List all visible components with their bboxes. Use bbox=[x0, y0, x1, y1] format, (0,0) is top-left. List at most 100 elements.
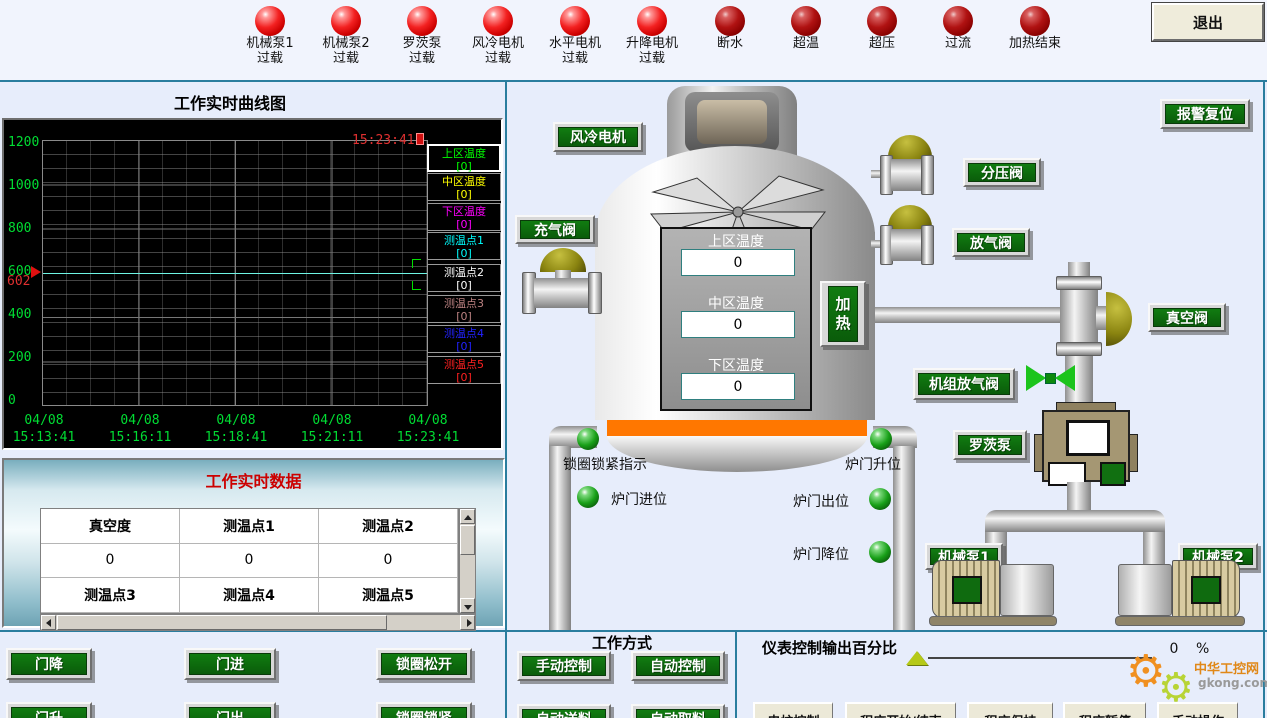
scroll-right-button[interactable] bbox=[460, 615, 475, 630]
alarm-fan-motor-overload: 风冷电机 过载 bbox=[455, 6, 541, 66]
charge-valve-button[interactable]: 充气阀 bbox=[515, 215, 595, 244]
program-start-end-button[interactable]: 程序开始/结束 bbox=[845, 702, 956, 718]
realtime-curve-chart: 1200 1000 800 600 400 200 0 602 15:23:41… bbox=[2, 118, 503, 450]
vent-valve-button[interactable]: 放气阀 bbox=[952, 228, 1030, 257]
exit-button[interactable]: 退出 bbox=[1152, 3, 1264, 41]
table-hscrollbar[interactable] bbox=[40, 614, 476, 631]
pipe-flange bbox=[1056, 342, 1102, 356]
scroll-up-button[interactable] bbox=[460, 509, 475, 524]
meter-output-label: 仪表控制输出百分比 bbox=[762, 637, 897, 658]
lower-temp-value[interactable]: 0 bbox=[681, 373, 795, 400]
unit-vent-valve-icon[interactable] bbox=[1055, 365, 1075, 391]
unit-vent-valve-icon[interactable] bbox=[1026, 365, 1046, 391]
alarm-lamp-icon bbox=[637, 6, 667, 36]
alarm-mech-pump2-overload: 机械泵2 过载 bbox=[303, 6, 389, 66]
y-tick: 200 bbox=[8, 350, 44, 365]
upper-temp-value[interactable]: 0 bbox=[681, 249, 795, 276]
middle-temp-value[interactable]: 0 bbox=[681, 311, 795, 338]
lock-ring-indicator-label: 锁圈锁紧指示 bbox=[563, 454, 693, 474]
fan-motor-button[interactable]: 风冷电机 bbox=[553, 122, 643, 152]
manual-control-button[interactable]: 手动控制 bbox=[517, 651, 611, 681]
legend-item-lower-temp[interactable]: 下区温度[0] bbox=[427, 203, 501, 231]
door-down-button[interactable]: 门降 bbox=[6, 648, 92, 680]
legend-item-probe4[interactable]: 测温点4[0] bbox=[427, 325, 501, 353]
vacuum-valve-icon[interactable] bbox=[1106, 292, 1132, 346]
unit-vent-valve-button[interactable]: 机组放气阀 bbox=[913, 368, 1015, 400]
heating-band bbox=[607, 420, 867, 436]
lock-ring-release-button[interactable]: 锁圈松开 bbox=[376, 648, 472, 680]
door-in-indicator-lamp-icon bbox=[577, 486, 599, 508]
program-hold-button[interactable]: 程序保持 bbox=[967, 702, 1053, 718]
alarm-mech-pump1-overload: 机械泵1 过载 bbox=[227, 6, 313, 66]
table-header: 测温点2 bbox=[319, 509, 458, 544]
alarm-over-temperature: 超温 bbox=[763, 6, 849, 51]
legend-item-upper-temp[interactable]: 上区温度[0] bbox=[427, 144, 501, 172]
scada-screen: 机械泵1 过载 机械泵2 过载 罗茨泵 过载 风冷电机 过载 水平电机 过载 升… bbox=[0, 0, 1267, 718]
legend-item-probe5[interactable]: 测温点5[0] bbox=[427, 356, 501, 384]
charge-valve-icon[interactable] bbox=[540, 248, 586, 272]
valve-flange bbox=[921, 225, 934, 265]
heat-button[interactable]: 加热 bbox=[820, 281, 866, 347]
x-tick: 04/0815:21:11 bbox=[287, 412, 377, 446]
watermark-url: gkong.com bbox=[1198, 676, 1267, 690]
auto-control-button[interactable]: 自动控制 bbox=[631, 651, 725, 681]
alarm-lamp-icon bbox=[407, 6, 437, 36]
table-header: 测温点3 bbox=[41, 578, 180, 613]
fan-motor-panel bbox=[697, 100, 767, 144]
pressure-divide-valve-button[interactable]: 分压阀 bbox=[963, 158, 1041, 187]
door-up-button[interactable]: 门升 bbox=[6, 702, 92, 718]
door-down-indicator-label: 炉门降位 bbox=[793, 544, 871, 564]
roots-pump-button[interactable]: 罗茨泵 bbox=[953, 430, 1027, 460]
alarm-lamp-icon bbox=[791, 6, 821, 36]
hscroll-thumb[interactable] bbox=[57, 615, 387, 630]
timestamp-marker-icon bbox=[416, 133, 424, 145]
program-pause-button[interactable]: 程序暂停 bbox=[1063, 702, 1146, 718]
vacuum-line-pipe bbox=[875, 307, 1075, 323]
vscroll-thumb[interactable] bbox=[460, 525, 475, 555]
legend-item-probe2[interactable]: 测温点2[0] bbox=[427, 264, 501, 292]
valve-flange bbox=[588, 272, 602, 314]
plot-area[interactable] bbox=[42, 140, 428, 406]
alarm-bar: 机械泵1 过载 机械泵2 过载 罗茨泵 过载 风冷电机 过载 水平电机 过载 升… bbox=[0, 0, 1267, 80]
alarm-heating-end: 加热结束 bbox=[992, 6, 1078, 51]
mech-pump1-base bbox=[929, 616, 1057, 626]
alarm-lamp-icon bbox=[331, 6, 361, 36]
vacuum-valve-button[interactable]: 真空阀 bbox=[1148, 303, 1226, 332]
legend-item-middle-temp[interactable]: 中区温度[0] bbox=[427, 173, 501, 201]
trend-line bbox=[43, 273, 427, 274]
door-out-button[interactable]: 门出 bbox=[184, 702, 276, 718]
cursor-flag-icon bbox=[31, 266, 41, 278]
furnace-control-button[interactable]: 电炉控制 bbox=[753, 702, 833, 718]
y-tick: 1000 bbox=[8, 178, 44, 193]
upper-temp-label: 上区温度 bbox=[662, 231, 810, 251]
door-out-indicator-label: 炉门出位 bbox=[793, 491, 871, 511]
alarm-reset-button[interactable]: 报警复位 bbox=[1160, 99, 1250, 129]
lock-ring-tighten-button[interactable]: 锁圈锁紧 bbox=[376, 702, 472, 718]
cursor-bracket-icon bbox=[412, 281, 421, 290]
legend-item-probe1[interactable]: 测温点1[0] bbox=[427, 232, 501, 260]
mech-pump2-base bbox=[1115, 616, 1245, 626]
auto-feed-button[interactable]: 自动送料 bbox=[517, 704, 611, 718]
table-vscrollbar[interactable] bbox=[459, 508, 476, 614]
legend-item-probe3[interactable]: 测温点3[0] bbox=[427, 295, 501, 323]
furnace-mimic: 上区温度 0 中区温度 0 下区温度 0 风冷电机 充气阀 bbox=[507, 82, 1265, 630]
scroll-down-button[interactable] bbox=[460, 598, 475, 613]
x-tick: 04/0815:23:41 bbox=[383, 412, 473, 446]
scroll-left-button[interactable] bbox=[41, 615, 56, 630]
meter-slider-track[interactable] bbox=[928, 657, 1152, 659]
mech-pump1-badge bbox=[952, 576, 982, 604]
alarm-water-cut: 断水 bbox=[687, 6, 773, 51]
auto-unload-button[interactable]: 自动取料 bbox=[631, 704, 725, 718]
table-header: 测温点5 bbox=[319, 578, 458, 613]
door-up-indicator-lamp-icon bbox=[870, 428, 892, 450]
data-panel-title: 工作实时数据 bbox=[4, 468, 503, 492]
vacuum-pipe-body bbox=[1060, 290, 1098, 344]
door-in-button[interactable]: 门进 bbox=[184, 648, 276, 680]
mech-pump2-badge bbox=[1191, 576, 1221, 604]
meter-slider-thumb[interactable] bbox=[906, 651, 928, 665]
alarm-lamp-icon bbox=[1020, 6, 1050, 36]
valve-body bbox=[891, 159, 923, 191]
valve-body bbox=[891, 229, 923, 261]
y-tick: 800 bbox=[8, 221, 44, 236]
cursor-value-label: 602 bbox=[7, 274, 30, 289]
